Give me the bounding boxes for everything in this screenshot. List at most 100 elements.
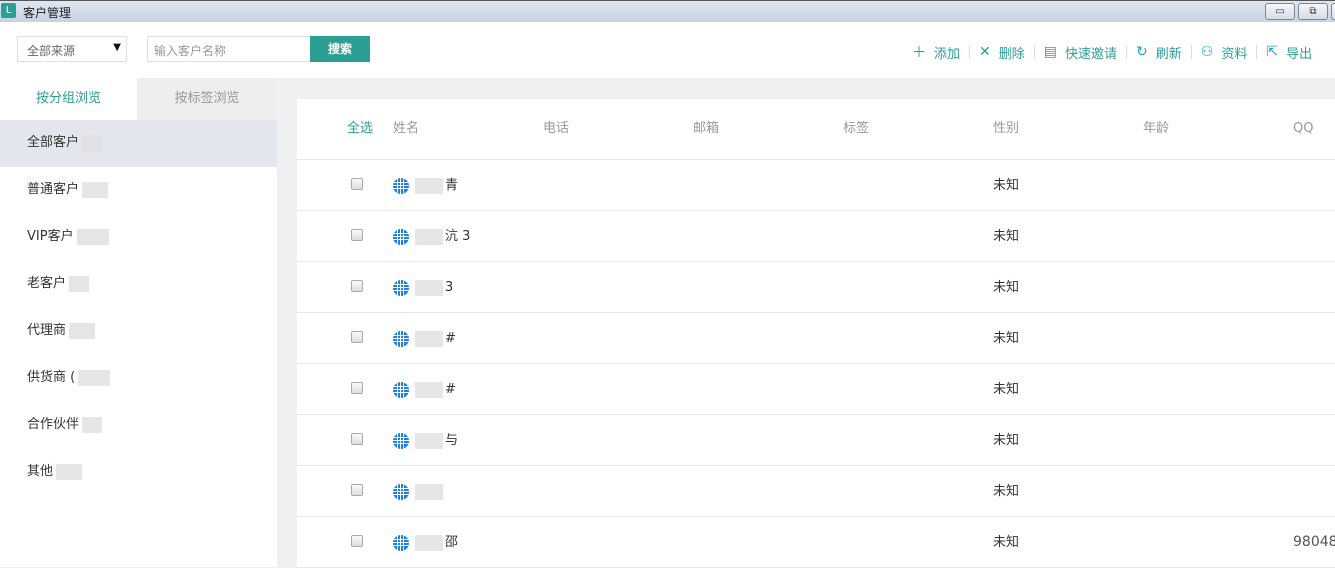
redacted-count [56,463,83,480]
table-row[interactable]: 未知 [297,466,1335,517]
table-row[interactable]: # 未知 [297,364,1335,415]
table-row[interactable]: # 未知 [297,313,1335,364]
row-checkbox[interactable] [351,433,363,445]
group-label: 供货商 ( [27,370,76,385]
plus-icon: ＋ [912,45,926,61]
redacted-name [415,432,443,449]
group-label: 其他 [27,464,54,479]
row-checkbox[interactable] [351,331,363,343]
name-text: 与 [445,433,459,448]
minimize-button[interactable]: ▭ [1265,3,1295,20]
redacted-name [415,534,443,551]
globe-icon [393,279,409,296]
table-header: 全选 姓名 电话 邮箱 标签 性别 年龄 QQ [297,99,1335,160]
redacted-name [415,228,443,245]
name-text: 3 [445,280,454,295]
customer-name[interactable]: 沆 3 [393,211,470,262]
sidebar-group-item[interactable]: 合作伙伴 [0,402,277,449]
redacted-count [78,369,111,386]
globe-icon [393,228,409,245]
search-button[interactable]: 搜索 [310,36,370,62]
customer-name[interactable]: 3 [393,262,453,313]
table-row[interactable]: 沆 3 未知 [297,211,1335,262]
action-label: 快速邀请 [1065,46,1118,62]
globe-icon [393,483,409,500]
table-row[interactable]: 与 未知 [297,415,1335,466]
gender-cell: 未知 [993,484,1020,499]
close-button[interactable] [1331,3,1335,20]
name-text: # [445,382,456,397]
action-export-button[interactable]: ⇱ 导出 [1257,43,1321,62]
customer-name[interactable]: # [393,313,456,364]
sidebar-group-item[interactable]: 其他 [0,449,277,496]
action-plus-button[interactable]: ＋ 添加 [912,42,969,62]
action-chat-button[interactable]: ▤ 快速邀请 [1035,43,1126,62]
gender-cell: 未知 [993,433,1020,448]
sidebar: 按分组浏览 按标签浏览 全部客户 普通客户 VIP客户老客户代理商供货商 ( 合作伙伴… [0,78,277,567]
action-label: 删除 [998,46,1025,62]
redacted-count [69,275,90,292]
customer-name[interactable]: 邵 [393,517,458,568]
qq-cell: 980485 [1293,534,1335,550]
col-tag: 标签 [843,121,870,136]
name-text: # [445,331,456,346]
name-text: 沆 3 [445,229,471,244]
globe-icon [393,432,409,449]
gender-cell: 未知 [993,178,1020,193]
source-select[interactable]: 全部来源 ▼ [17,36,127,62]
profile-icon: ⚇ [1200,44,1214,60]
select-all[interactable]: 全选 [347,99,373,159]
window-title: 客户管理 [23,6,72,20]
group-label: 代理商 [27,323,67,338]
row-checkbox[interactable] [351,484,363,496]
col-name: 姓名 [393,121,420,136]
row-checkbox[interactable] [351,535,363,547]
redacted-count [82,416,103,433]
row-checkbox[interactable] [351,382,363,394]
redacted-count [82,181,109,198]
action-profile-button[interactable]: ⚇ 资料 [1192,43,1257,62]
sidebar-group-item[interactable]: 老客户 [0,261,277,308]
chat-icon: ▤ [1043,44,1057,60]
redacted-name [415,483,443,500]
globe-icon [393,381,409,398]
group-label: 老客户 [27,276,67,291]
redacted-name [415,381,443,398]
redacted-name [415,330,443,347]
restore-button[interactable]: ⧉ [1298,3,1328,20]
redacted-count [76,228,109,245]
action-label: 资料 [1221,46,1248,62]
table-row[interactable]: 3 未知 [297,262,1335,313]
close-icon: ✕ [979,44,991,60]
sidebar-group-item[interactable]: 代理商 [0,308,277,355]
action-label: 添加 [934,46,961,62]
app-logo: L [1,3,16,18]
customer-search-input[interactable]: 输入客户名称 [147,36,311,62]
group-label: 合作伙伴 [27,417,80,432]
customer-name[interactable] [393,466,445,517]
action-close-button[interactable]: ✕ 删除 [970,43,1034,62]
customer-name[interactable]: 与 [393,415,458,466]
col-age: 年龄 [1143,121,1170,136]
sidebar-group-item[interactable]: 供货商 ( [0,355,277,402]
title-bar: L 客户管理 ▭ ⧉ [0,0,1335,22]
col-email: 邮箱 [693,121,720,136]
customer-name[interactable]: # [393,364,456,415]
source-select-value: 全部来源 [27,44,76,58]
redacted-name [415,177,443,194]
row-checkbox[interactable] [351,178,363,190]
table-row[interactable]: 青 未知 [297,160,1335,211]
sidebar-group-item[interactable]: VIP客户 [0,214,277,261]
table-row[interactable]: 邵 未知 980485 [297,517,1335,568]
action-refresh-button[interactable]: ↻ 刷新 [1127,43,1191,62]
dropdown-arrow-icon: ▼ [113,42,121,53]
sidebar-group-item[interactable]: 普通客户 [0,167,277,214]
customer-name[interactable]: 青 [393,160,458,211]
tab-browse-by-group[interactable]: 按分组浏览 [0,78,137,120]
row-checkbox[interactable] [351,229,363,241]
action-label: 刷新 [1155,46,1182,62]
tab-browse-by-tag[interactable]: 按标签浏览 [137,78,277,120]
row-checkbox[interactable] [351,280,363,292]
sidebar-group-item[interactable]: 全部客户 [0,120,277,167]
gender-cell: 未知 [993,535,1020,550]
